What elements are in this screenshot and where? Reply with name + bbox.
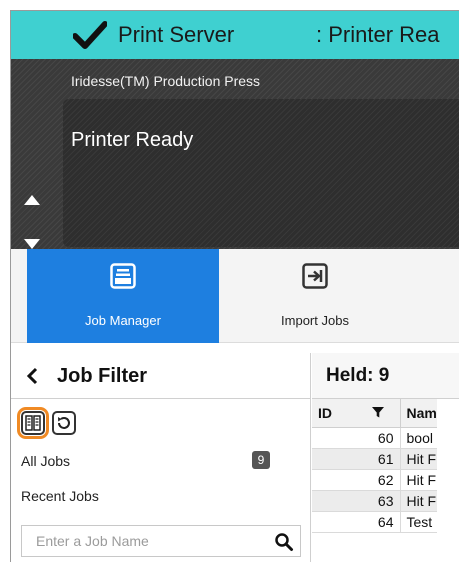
import-jobs-button[interactable]: Import Jobs <box>219 249 411 343</box>
printer-status-box <box>63 99 459 247</box>
filter-all-jobs[interactable]: All Jobs <box>21 453 70 469</box>
printer-name: Iridesse(TM) Production Press <box>71 73 261 89</box>
app-name: Print Server <box>118 22 235 47</box>
printer-panel: Iridesse(TM) Production Press Printer Re… <box>11 59 459 249</box>
job-name-cell: Test <box>399 511 437 533</box>
table-row[interactable]: 62 Hit F <box>312 469 437 491</box>
refresh-icon <box>58 417 70 429</box>
scroll-up-arrow-icon[interactable] <box>24 195 40 205</box>
column-header-id[interactable]: ID <box>312 399 368 428</box>
table-row[interactable]: 61 Hit F <box>312 448 437 470</box>
scroll-down-arrow-icon[interactable] <box>24 239 40 249</box>
job-name-search-input[interactable] <box>22 526 262 556</box>
all-jobs-count-badge: 9 <box>252 451 270 469</box>
job-name-cell: Hit F <box>399 448 437 470</box>
job-id-cell: 62 <box>312 469 400 491</box>
job-filter-title: Job Filter <box>57 365 148 387</box>
job-manager-button[interactable]: Job Manager <box>27 249 219 343</box>
job-id-cell: 61 <box>312 448 400 470</box>
filter-recent-jobs[interactable]: Recent Jobs <box>21 488 99 504</box>
job-list-pane: Held: 9 ID Nam 60 bool 61 Hit F 62 Hit F… <box>312 353 459 562</box>
filter-funnel-icon <box>372 406 384 418</box>
main-toolbar: Job Manager Import Jobs <box>11 249 459 343</box>
job-manager-icon <box>110 263 136 289</box>
column-header-name[interactable]: Nam <box>399 399 437 428</box>
table-row[interactable]: 60 bool <box>312 427 437 449</box>
job-name-cell: bool <box>399 427 437 449</box>
job-table: ID Nam 60 bool 61 Hit F 62 Hit F 63 Hit … <box>312 399 437 533</box>
columns-icon <box>25 415 41 431</box>
job-search-box <box>21 525 301 557</box>
printer-state: Printer Ready <box>71 129 194 151</box>
job-table-header-row: ID Nam <box>312 399 437 428</box>
job-id-cell: 60 <box>312 427 400 449</box>
table-row[interactable]: 63 Hit F <box>312 490 437 512</box>
job-id-cell: 64 <box>312 511 400 533</box>
printer-status-text: : Printer Rea <box>316 22 440 47</box>
column-settings-button[interactable] <box>17 407 49 439</box>
job-name-cell: Hit F <box>399 469 437 491</box>
job-name-cell: Hit F <box>399 490 437 512</box>
checkmark-icon <box>73 21 107 49</box>
import-icon <box>302 263 328 289</box>
table-row[interactable]: 64 Test <box>312 511 437 533</box>
status-bar: Print Server : Printer Rea <box>11 11 459 59</box>
job-manager-label: Job Manager <box>85 313 161 328</box>
job-filter-header: Job Filter <box>11 353 310 399</box>
back-chevron-icon[interactable] <box>25 367 39 385</box>
held-count-title: Held: 9 <box>326 365 390 386</box>
print-server-window: Print Server : Printer Rea Iridesse(TM) … <box>10 10 459 562</box>
import-jobs-label: Import Jobs <box>281 313 349 328</box>
job-id-cell: 63 <box>312 490 400 512</box>
refresh-button[interactable] <box>52 411 76 435</box>
column-filter-button[interactable] <box>368 399 400 428</box>
search-icon[interactable] <box>274 532 294 552</box>
